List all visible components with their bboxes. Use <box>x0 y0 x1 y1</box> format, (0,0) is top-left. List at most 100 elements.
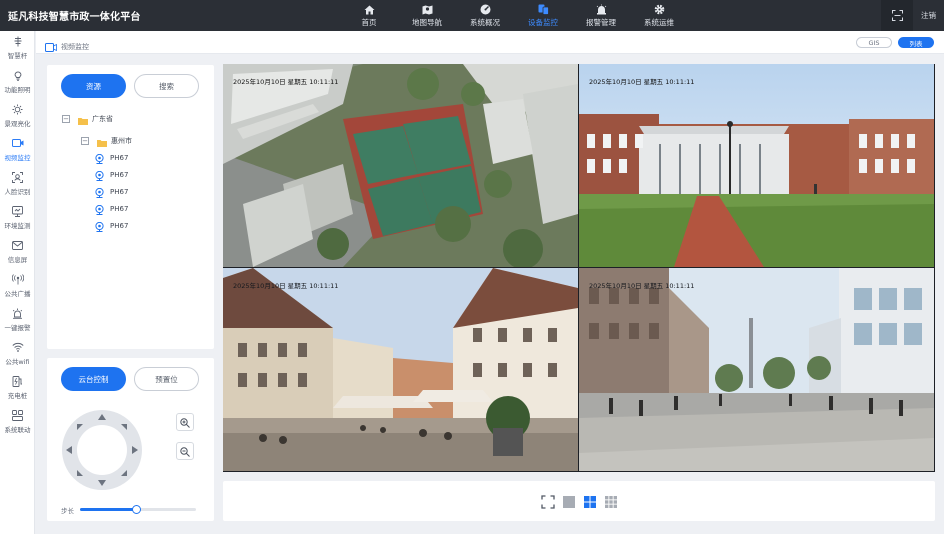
collapse-icon[interactable]: − <box>81 137 89 145</box>
sun-icon <box>12 103 23 115</box>
brick-building-image <box>579 64 934 267</box>
logout-button[interactable]: 注销 <box>913 10 944 21</box>
nav-item-label: 首页 <box>361 17 377 27</box>
pan-left-arrow-icon[interactable] <box>66 446 72 454</box>
fullscreen-button[interactable] <box>881 0 913 31</box>
sidebar-item-video[interactable]: 视频监控 <box>0 137 35 167</box>
sidebar-item-label: 公共广播 <box>4 290 31 298</box>
sidebar-item-environment[interactable]: 环境监测 <box>0 205 35 235</box>
layout-switcher <box>541 494 625 509</box>
pan-right-arrow-icon[interactable] <box>132 446 138 454</box>
charger-icon <box>12 375 23 387</box>
nav-item-home[interactable]: 首页 <box>340 0 398 31</box>
view-toggle: GIS 列表 <box>850 37 934 48</box>
nav-item-overview[interactable]: 系统概况 <box>456 0 514 31</box>
tree-node-camera[interactable]: PH67 <box>95 219 128 233</box>
tree-node-camera[interactable]: PH67 <box>95 151 128 165</box>
nav-item-label: 地图导航 <box>412 17 442 27</box>
sidebar-item-face[interactable]: 人脸识别 <box>0 171 35 201</box>
tab-preset[interactable]: 预置位 <box>134 367 199 391</box>
video-feed-2[interactable]: 2025年10月10日 星期五 10:11:11 <box>579 64 934 267</box>
nine-layout-icon[interactable] <box>604 494 618 508</box>
siren-icon <box>12 307 23 319</box>
tab-ptz-control[interactable]: 云台控制 <box>61 367 126 391</box>
nav-item-label: 系统概况 <box>470 17 500 27</box>
sidebar-item-label: 系统联动 <box>4 426 31 434</box>
sidebar-item-broadcast[interactable]: 公共广播 <box>0 273 35 303</box>
environment-icon <box>12 205 23 217</box>
layout-bar <box>223 481 935 521</box>
camera-label: PH67 <box>110 188 129 196</box>
sidebar: 智慧杆 功能照明 景观亮化 视频监控 人脸识别 环境监测 信息屏 公共广播 一键… <box>0 31 35 534</box>
video-feed-4[interactable]: 2025年10月10日 星期五 10:11:11 <box>579 268 934 471</box>
nav-item-device-monitor[interactable]: 设备监控 <box>514 0 572 31</box>
breadcrumb-bar: 视频监控 GIS 列表 <box>36 31 944 54</box>
nav-item-label: 设备监控 <box>528 17 558 27</box>
sidebar-item-alarm[interactable]: 一键报警 <box>0 307 35 337</box>
home-icon <box>364 4 375 16</box>
smart-pole-icon <box>13 35 23 47</box>
zoom-out-button[interactable] <box>176 442 194 460</box>
pan-down-left-arrow-icon[interactable] <box>77 470 83 476</box>
fullscreen-layout-icon[interactable] <box>541 494 555 509</box>
sidebar-item-landscape[interactable]: 景观亮化 <box>0 103 35 133</box>
tab-search[interactable]: 搜索 <box>134 74 199 98</box>
pan-down-right-arrow-icon[interactable] <box>121 470 127 476</box>
main-nav: 首页 地图导航 系统概况 设备监控 报警管理 系统运维 <box>340 0 688 31</box>
sidebar-item-lighting[interactable]: 功能照明 <box>0 69 35 99</box>
quad-layout-icon[interactable] <box>583 494 597 508</box>
step-slider-handle[interactable] <box>131 505 141 514</box>
breadcrumb: 视频监控 <box>45 37 89 56</box>
sidebar-item-label: 一键报警 <box>4 324 31 332</box>
list-view-button[interactable]: 列表 <box>898 37 934 48</box>
ptz-center <box>77 425 127 475</box>
camera-label: PH67 <box>110 222 129 230</box>
nav-item-alarm[interactable]: 报警管理 <box>572 0 630 31</box>
camera-label: PH67 <box>110 205 129 213</box>
nav-item-label: 系统运维 <box>644 17 674 27</box>
collapse-icon[interactable]: − <box>62 115 70 123</box>
ptz-direction-pad <box>62 410 142 490</box>
device-monitor-icon <box>538 4 549 16</box>
sidebar-item-label: 充电桩 <box>7 392 28 400</box>
camera-label: PH67 <box>110 154 129 162</box>
sidebar-item-charger[interactable]: 充电桩 <box>0 375 35 405</box>
ptz-tabs: 云台控制 预置位 <box>61 367 207 391</box>
sidebar-item-info-screen[interactable]: 信息屏 <box>0 239 35 269</box>
pan-down-arrow-icon[interactable] <box>98 480 106 486</box>
nav-item-map[interactable]: 地图导航 <box>398 0 456 31</box>
tab-resource[interactable]: 资源 <box>61 74 126 98</box>
tree-node-label: 广东省 <box>92 115 113 123</box>
single-layout-icon[interactable] <box>562 494 576 508</box>
tree-node-camera[interactable]: PH67 <box>95 202 128 216</box>
tree-node-camera[interactable]: PH67 <box>95 168 128 182</box>
nav-item-maintenance[interactable]: 系统运维 <box>630 0 688 31</box>
video-timestamp: 2025年10月10日 星期五 10:11:11 <box>233 282 339 290</box>
sidebar-item-smart-pole[interactable]: 智慧杆 <box>0 35 35 65</box>
video-grid: 2025年10月10日 星期五 10:11:11 2025年10月10日 星期五… <box>223 64 935 472</box>
pan-up-left-arrow-icon[interactable] <box>77 424 83 430</box>
video-timestamp: 2025年10月10日 星期五 10:11:11 <box>233 78 339 86</box>
video-feed-3[interactable]: 2025年10月10日 星期五 10:11:11 <box>223 268 578 471</box>
video-timestamp: 2025年10月10日 星期五 10:11:11 <box>589 78 695 86</box>
gis-view-button[interactable]: GIS <box>856 37 892 48</box>
resource-panel: 资源 搜索 − 广东省 − 惠州市 PH67 PH67 PH67 PH67 PH… <box>47 65 214 349</box>
zoom-in-button[interactable] <box>176 413 194 431</box>
sidebar-item-linkage[interactable]: 系统联动 <box>0 409 35 439</box>
sidebar-item-label: 人脸识别 <box>4 188 31 196</box>
shopping-street-image <box>579 268 934 471</box>
dashboard-icon <box>480 4 491 16</box>
face-scan-icon <box>12 171 23 183</box>
step-slider[interactable] <box>80 505 196 514</box>
tree-node-province[interactable]: − 广东省 <box>62 112 113 126</box>
aerial-campus-image <box>223 64 578 267</box>
pan-up-arrow-icon[interactable] <box>98 414 106 420</box>
tree-node-camera[interactable]: PH67 <box>95 185 128 199</box>
step-slider-fill <box>80 508 136 511</box>
video-feed-1[interactable]: 2025年10月10日 星期五 10:11:11 <box>223 64 578 267</box>
tree-node-city[interactable]: − 惠州市 <box>81 134 132 148</box>
sidebar-item-wifi[interactable]: 公共wifi <box>0 341 35 371</box>
pan-up-right-arrow-icon[interactable] <box>121 424 127 430</box>
camera-label: PH67 <box>110 171 129 179</box>
zoom-in-icon <box>180 413 190 432</box>
